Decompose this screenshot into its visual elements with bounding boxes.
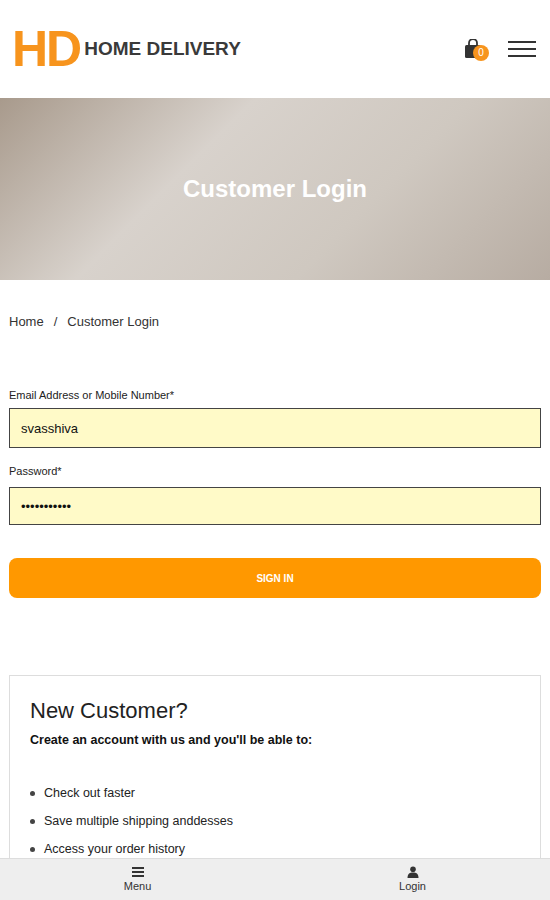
benefit-item: Save multiple shipping anddesses bbox=[30, 813, 520, 829]
bullet-icon bbox=[30, 847, 35, 852]
field-label: Email Address or Mobile Number* bbox=[9, 388, 541, 402]
benefit-text: Access your order history bbox=[44, 841, 185, 857]
bottom-nav-label: Login bbox=[399, 879, 426, 893]
user-icon bbox=[407, 866, 419, 878]
hero-banner: Customer Login bbox=[0, 98, 550, 280]
brand-name: HOME DELIVERY bbox=[84, 35, 241, 64]
logo[interactable]: HD HOME DELIVERY bbox=[12, 24, 241, 74]
password-input[interactable] bbox=[9, 487, 541, 525]
bottom-nav-item[interactable]: Menu bbox=[0, 859, 275, 900]
breadcrumb: Home / Customer Login bbox=[0, 280, 550, 330]
bottom-nav: Menu Login bbox=[0, 858, 550, 900]
benefit-item: Check out faster bbox=[30, 785, 520, 801]
logo-mark: HD bbox=[12, 24, 80, 74]
cart-badge: 0 bbox=[473, 45, 489, 61]
benefit-text: Save multiple shipping anddesses bbox=[44, 813, 233, 829]
bullet-icon bbox=[30, 819, 35, 824]
card-subtitle: Create an account with us and you'll be … bbox=[30, 732, 520, 748]
page-title: Customer Login bbox=[183, 171, 367, 207]
breadcrumb-item: Customer Login bbox=[67, 314, 159, 330]
site-header: HD HOME DELIVERY 0 bbox=[0, 0, 550, 98]
card-title: New Customer? bbox=[30, 697, 520, 725]
bottom-nav-item[interactable]: Login bbox=[275, 859, 550, 900]
hamburger-menu-icon[interactable] bbox=[508, 41, 536, 57]
bullet-icon bbox=[30, 791, 35, 796]
bottom-nav-label: Menu bbox=[124, 879, 152, 893]
field-label: Password* bbox=[9, 464, 541, 478]
menu-icon bbox=[132, 866, 144, 878]
email-input[interactable] bbox=[9, 408, 541, 448]
sign-in-button[interactable]: SIGN IN bbox=[9, 558, 541, 598]
breadcrumb-separator: / bbox=[54, 314, 58, 330]
benefit-item: Access your order history bbox=[30, 841, 520, 857]
benefit-text: Check out faster bbox=[44, 785, 135, 801]
login-form: Email Address or Mobile Number* Password*… bbox=[0, 330, 550, 598]
breadcrumb-item[interactable]: Home bbox=[9, 314, 44, 330]
new-customer-card: New Customer? Create an account with us … bbox=[9, 675, 541, 888]
cart-button[interactable]: 0 bbox=[464, 37, 484, 61]
benefit-list: Check out faster Save multiple shipping a… bbox=[30, 785, 520, 857]
